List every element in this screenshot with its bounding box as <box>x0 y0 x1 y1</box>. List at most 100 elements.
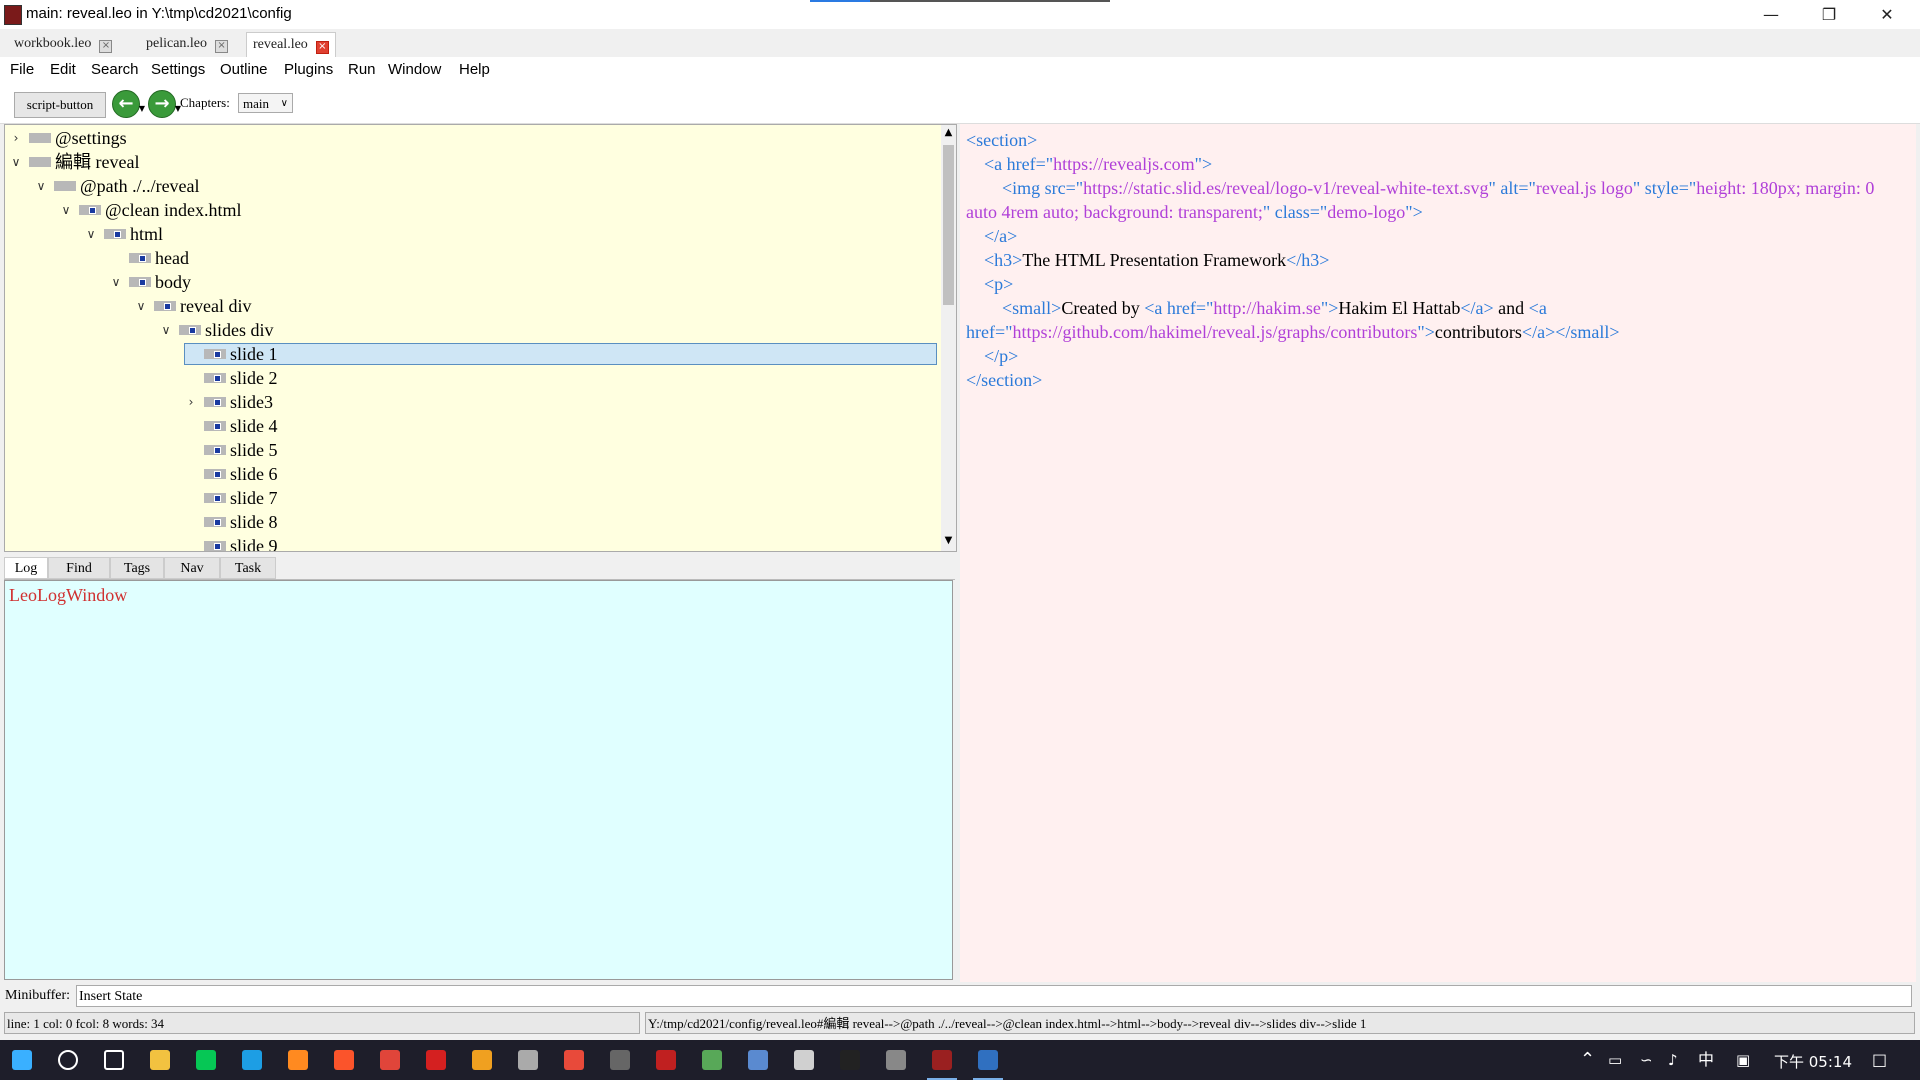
chevron-down-icon[interactable]: ∨ <box>159 319 173 341</box>
outline-node-label: slide 7 <box>230 488 278 508</box>
minimize-button[interactable]: — <box>1742 0 1800 29</box>
search-icon[interactable] <box>58 1050 78 1070</box>
obs-icon[interactable] <box>610 1050 630 1070</box>
firefox-icon[interactable] <box>288 1050 308 1070</box>
chrome-icon[interactable] <box>380 1050 400 1070</box>
scroll-up-icon[interactable]: ▲ <box>941 127 956 138</box>
code-token: "> <box>1405 202 1423 222</box>
chevron-down-icon[interactable]: ∨ <box>9 151 23 173</box>
doc-tab-reveal[interactable]: reveal.leo × <box>246 32 336 57</box>
menu-edit[interactable]: Edit <box>50 61 76 78</box>
chevron-down-icon[interactable]: ∨ <box>134 295 148 317</box>
body-line[interactable]: </p> <box>966 344 1906 368</box>
tab-close-icon[interactable]: × <box>99 40 113 53</box>
node-icon <box>79 205 101 215</box>
body-line[interactable]: <img src="https://static.slid.es/reveal/… <box>966 176 1906 224</box>
chevron-down-icon[interactable]: ∨ <box>59 199 73 221</box>
clock[interactable]: 下午 05:14 <box>1774 1051 1852 1072</box>
body-text[interactable]: <section> <a href="https://revealjs.com"… <box>966 128 1906 392</box>
wifi-icon[interactable]: ∽ <box>1640 1048 1653 1072</box>
ime-mode-icon[interactable]: ▣ <box>1736 1048 1750 1072</box>
scrollbar-thumb[interactable] <box>943 145 954 305</box>
app-green-icon[interactable] <box>702 1050 722 1070</box>
node-icon <box>129 277 151 287</box>
body-line[interactable]: <h3>The HTML Presentation Framework</h3> <box>966 248 1906 272</box>
chevron-right-icon[interactable]: › <box>184 391 198 413</box>
chevron-down-icon[interactable]: ∨ <box>84 223 98 245</box>
chevron-right-icon[interactable]: › <box>9 127 23 149</box>
app-red-icon[interactable] <box>656 1050 676 1070</box>
outline-pane[interactable]: › @settings ∨ 編輯 reveal ∨ @path ./../reveal ∨ @… <box>4 124 957 552</box>
app-color-icon[interactable] <box>564 1050 584 1070</box>
body-line[interactable]: <section> <box>966 128 1906 152</box>
outline-node-label: slide 5 <box>230 440 278 460</box>
title-bar: main: reveal.leo in Y:\tmp\cd2021\config… <box>0 0 1920 29</box>
outline-scrollbar[interactable]: ▲ ▼ <box>941 125 956 551</box>
tab-task[interactable]: Task <box>220 557 276 579</box>
body-line[interactable]: </section> <box>966 368 1906 392</box>
status-node-path: Y:/tmp/cd2021/config/reveal.leo#編輯 revea… <box>645 1012 1915 1034</box>
outline-node-label: @path ./../reveal <box>80 176 200 196</box>
menu-search[interactable]: Search <box>91 61 139 78</box>
node-icon <box>204 469 226 479</box>
menu-help[interactable]: Help <box>459 61 490 78</box>
menu-plugins[interactable]: Plugins <box>284 61 333 78</box>
outline-node-label: slide 1 <box>230 344 278 364</box>
menu-outline[interactable]: Outline <box>220 61 268 78</box>
tray-chevron-up-icon[interactable]: ⌃ <box>1580 1048 1595 1072</box>
volume-icon[interactable]: ♪ <box>1668 1048 1678 1072</box>
line-icon[interactable] <box>196 1050 216 1070</box>
app-folder-icon[interactable] <box>518 1050 538 1070</box>
minibuffer-input[interactable]: Insert State <box>76 985 1912 1007</box>
body-line[interactable]: </a> <box>966 224 1906 248</box>
close-button[interactable]: ✕ <box>1858 0 1916 29</box>
task-view-icon[interactable] <box>104 1050 124 1070</box>
menu-settings[interactable]: Settings <box>151 61 205 78</box>
outline-node-label: html <box>130 224 164 244</box>
log-pane[interactable]: LeoLogWindow <box>4 580 953 980</box>
doc-tab-workbook[interactable]: workbook.leo × <box>8 32 118 56</box>
code-token: " alt=" <box>1488 178 1536 198</box>
app-gear-icon[interactable] <box>886 1050 906 1070</box>
terminal-icon[interactable] <box>840 1050 860 1070</box>
tab-close-icon[interactable]: × <box>215 40 229 53</box>
body-line[interactable]: <p> <box>966 272 1906 296</box>
brave-icon[interactable] <box>334 1050 354 1070</box>
go-back-button[interactable]: ← ▼ <box>112 90 145 118</box>
tab-nav[interactable]: Nav <box>164 557 220 579</box>
file-explorer-icon[interactable] <box>150 1050 170 1070</box>
ime-indicator[interactable]: 中 <box>1698 1048 1714 1072</box>
scroll-down-icon[interactable]: ▼ <box>941 535 956 546</box>
battery-icon[interactable]: ▭ <box>1608 1048 1622 1072</box>
tab-tags[interactable]: Tags <box>110 557 164 579</box>
body-line[interactable]: <small>Created by <a href="http://hakim.… <box>966 296 1906 344</box>
chevron-down-icon[interactable]: ∨ <box>109 271 123 293</box>
body-editor[interactable]: <section> <a href="https://revealjs.com"… <box>960 124 1916 982</box>
menu-run[interactable]: Run <box>348 61 376 78</box>
code-token: <a href=" <box>1144 298 1214 318</box>
doc-tab-pelican[interactable]: pelican.leo × <box>140 32 234 56</box>
app-blue-icon[interactable] <box>978 1050 998 1070</box>
windows-start-icon[interactable] <box>12 1050 32 1070</box>
notifications-icon[interactable]: □ <box>1872 1048 1887 1072</box>
node-icon <box>154 301 176 311</box>
status-position: line: 1 col: 0 fcol: 8 words: 34 <box>4 1012 640 1034</box>
code-token: </a> <box>966 226 1018 246</box>
body-line[interactable]: <a href="https://revealjs.com"> <box>966 152 1906 176</box>
tab-log[interactable]: Log <box>4 557 48 579</box>
tab-find[interactable]: Find <box>48 557 110 579</box>
edge-icon[interactable] <box>242 1050 262 1070</box>
script-button[interactable]: script-button <box>14 92 106 118</box>
chapters-select[interactable]: main ∨ <box>238 93 293 113</box>
app-window-icon[interactable] <box>748 1050 768 1070</box>
chevron-down-icon[interactable]: ∨ <box>34 175 48 197</box>
tab-close-icon[interactable]: × <box>315 41 329 54</box>
app-i-icon[interactable] <box>472 1050 492 1070</box>
restore-button[interactable]: ❐ <box>1800 0 1858 29</box>
menu-file[interactable]: File <box>10 61 34 78</box>
app-pen-icon[interactable] <box>794 1050 814 1070</box>
go-forward-button[interactable]: → ▼ <box>148 90 181 118</box>
acrobat-icon[interactable] <box>426 1050 446 1070</box>
leo-icon[interactable] <box>932 1050 952 1070</box>
menu-window[interactable]: Window <box>388 61 441 78</box>
